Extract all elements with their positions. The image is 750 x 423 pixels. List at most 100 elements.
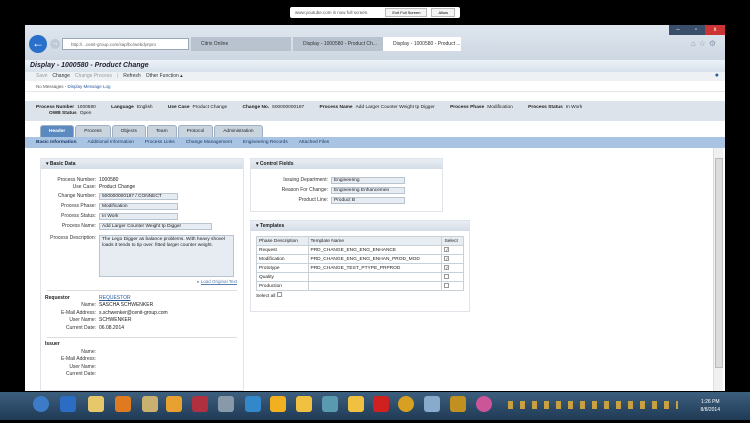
- app-icon[interactable]: [218, 396, 234, 412]
- exit-fullscreen-button[interactable]: Exit Full Screen: [385, 8, 428, 17]
- col-header: Template Name: [307, 236, 443, 246]
- subtab-files[interactable]: Attached Files: [299, 137, 329, 148]
- tab-administration[interactable]: Administration: [214, 125, 263, 137]
- template-row[interactable]: Quality: [256, 272, 464, 282]
- label: Process Name:: [61, 223, 96, 229]
- vertical-scrollbar[interactable]: [713, 148, 723, 391]
- forward-button[interactable]: →: [50, 39, 60, 49]
- tab-objects[interactable]: Objects: [111, 125, 146, 137]
- tab-citrix[interactable]: Citrix Online: [191, 37, 291, 51]
- hdr-value: Add Larger Counter Weight tp Digger: [355, 105, 435, 110]
- control-fields-header[interactable]: ▾ Control Fields: [251, 159, 442, 169]
- media-icon[interactable]: [115, 396, 131, 412]
- app-icon[interactable]: [322, 396, 338, 412]
- reason-field[interactable]: Engineering Enhancemen: [331, 186, 405, 194]
- vodafone-icon[interactable]: [373, 396, 389, 412]
- save-button[interactable]: Save: [36, 72, 47, 81]
- phase-cell: Quality: [256, 272, 309, 282]
- subtab-links[interactable]: Process Links: [145, 137, 175, 148]
- requestor-email: s.schwenker@cenit-group.com: [99, 309, 168, 316]
- tab-display-1[interactable]: Display - 1000580 - Product Ch...: [293, 37, 383, 51]
- tab-team[interactable]: Team: [146, 125, 177, 137]
- chrome-icon[interactable]: [398, 396, 414, 412]
- ie-icon[interactable]: [60, 396, 76, 412]
- app-icon[interactable]: [450, 396, 466, 412]
- select-all-checkbox[interactable]: [276, 292, 282, 297]
- sub-tabs: Basic Information Additional Information…: [25, 137, 725, 148]
- select-checkbox[interactable]: ✓: [444, 265, 450, 270]
- template-row[interactable]: Production: [256, 281, 464, 291]
- explorer-icon[interactable]: [88, 396, 104, 412]
- templates-table: Phase Description Template Name Select Req…: [256, 236, 464, 291]
- phase-cell: Production: [256, 281, 309, 291]
- select-checkbox[interactable]: [444, 282, 450, 288]
- panel-title: Control Fields: [259, 161, 294, 167]
- subtab-change-mgmt[interactable]: Change Management: [186, 137, 232, 148]
- subtab-eng-records[interactable]: Engineering Records: [243, 137, 288, 148]
- start-button[interactable]: [33, 396, 49, 412]
- description-textarea[interactable]: The Lego Digger as balance problems. Wit…: [99, 235, 234, 277]
- hdr-value: In Work: [565, 105, 583, 110]
- message-log-link[interactable]: Display Message Log: [68, 84, 111, 89]
- hdr-label: Process Status: [528, 105, 563, 110]
- app-icon[interactable]: [348, 396, 364, 412]
- status-field[interactable]: In Work: [99, 212, 178, 220]
- close-window-button[interactable]: x: [705, 25, 725, 35]
- back-button[interactable]: ←: [29, 35, 47, 53]
- product-line-field[interactable]: Product B: [331, 196, 405, 204]
- app-icon[interactable]: [192, 396, 208, 412]
- template-name-cell: [307, 281, 443, 291]
- select-all-label: Select all: [256, 294, 276, 299]
- message-bar: No Messages - Display Message Log: [25, 81, 725, 92]
- label: Process Description:: [50, 235, 96, 241]
- template-row[interactable]: Modification PRD_CHANGE_ENG_ENG_ENHAN_PRO…: [256, 254, 464, 264]
- subtab-additional[interactable]: Additional Information: [88, 137, 134, 148]
- change-button[interactable]: Change: [52, 72, 70, 81]
- outlook-icon[interactable]: [166, 396, 182, 412]
- select-checkbox[interactable]: ✓: [444, 256, 450, 261]
- tab-process[interactable]: Process: [75, 125, 111, 137]
- templates-header[interactable]: ▾ Templates: [251, 221, 469, 231]
- minimize-button[interactable]: –: [669, 25, 687, 35]
- hdr-label: Language: [111, 105, 134, 110]
- tab-display-2[interactable]: Display - 1000580 - Product ...: [383, 37, 461, 51]
- department-field[interactable]: Engineering: [331, 176, 405, 184]
- app-icon[interactable]: [476, 396, 492, 412]
- requestor-link[interactable]: REQUESTOR: [99, 295, 131, 301]
- phase-cell: Prototype: [256, 263, 309, 273]
- select-checkbox[interactable]: ✓: [444, 247, 450, 252]
- address-bar[interactable]: http://...cenit-group.com/sap/bc/webdynp…: [62, 38, 189, 50]
- app-icon[interactable]: [142, 396, 158, 412]
- template-name-cell: PRD_CHANGE_ENG_ENG_ENHAN_PROD_MOD: [307, 254, 443, 264]
- phase-field[interactable]: Modification: [99, 202, 178, 210]
- maximize-button[interactable]: ▫: [687, 25, 705, 35]
- tab-protocol[interactable]: Protocol: [177, 125, 214, 137]
- clock[interactable]: 1:26 PM 8/8/2014: [701, 398, 720, 414]
- select-cell: [441, 281, 464, 291]
- help-icon[interactable]: ●: [715, 72, 719, 79]
- label: Name:: [81, 302, 96, 309]
- change-process-button[interactable]: Change Process: [75, 72, 112, 81]
- phase-cell: Request: [256, 245, 309, 255]
- tab-header[interactable]: Header: [40, 125, 75, 137]
- onedrive-icon[interactable]: [245, 396, 261, 412]
- app-icon[interactable]: [424, 396, 440, 412]
- template-row[interactable]: Request PRD_CHANGE_ENG_ENG_ENHANCE ✓: [256, 245, 464, 255]
- process-name-field[interactable]: Add Larger Counter Weight tp Digger: [99, 222, 212, 230]
- refresh-button[interactable]: Refresh: [123, 72, 141, 81]
- app-icon[interactable]: [296, 396, 312, 412]
- hdr-value: Open: [79, 111, 92, 116]
- subtab-basic[interactable]: Basic Information: [36, 137, 77, 148]
- select-checkbox[interactable]: [444, 273, 450, 279]
- change-number-field[interactable]: 500000000187 / CONNECT: [99, 192, 178, 200]
- template-row[interactable]: Prototype PRD_CHANGE_TEST_PTYPE_PRPROD ✓: [256, 263, 464, 273]
- allow-button[interactable]: Allow: [431, 8, 455, 17]
- other-function-menu[interactable]: Other Function ▴: [146, 72, 183, 81]
- system-tray-icons[interactable]: [508, 401, 678, 409]
- load-original-link[interactable]: ▸ Load Original Text: [41, 279, 243, 285]
- scroll-thumb[interactable]: [715, 158, 723, 368]
- home-star-gear-icons[interactable]: ⌂☆⚙: [691, 39, 719, 48]
- basic-data-header[interactable]: ▾ Basic Data: [41, 159, 243, 169]
- load-original-text: Load Original Text: [200, 279, 237, 284]
- app-icon[interactable]: [270, 396, 286, 412]
